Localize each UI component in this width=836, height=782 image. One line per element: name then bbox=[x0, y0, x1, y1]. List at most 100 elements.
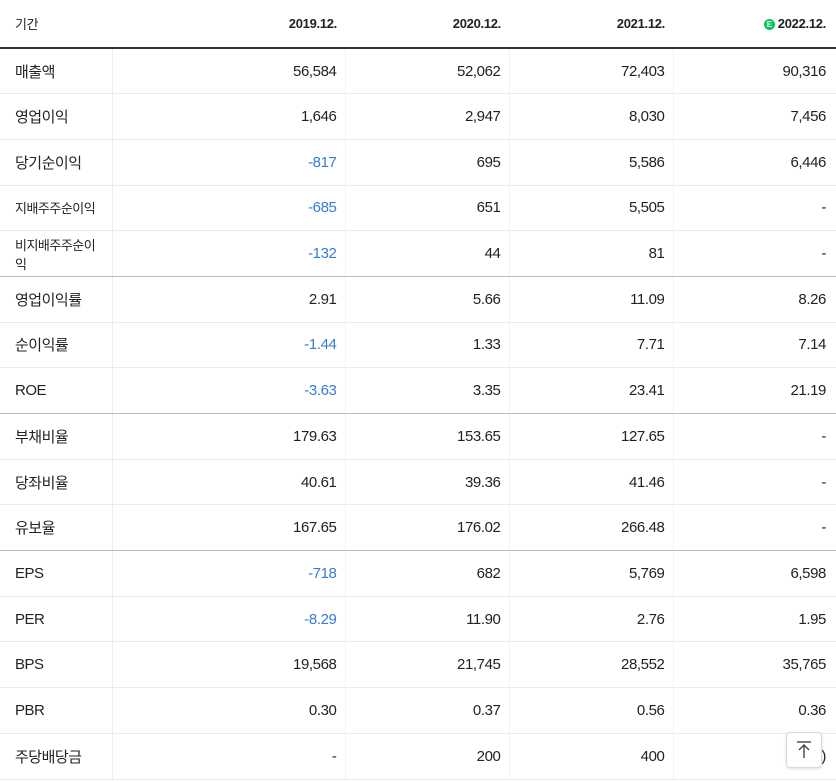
row-label: 매출액 bbox=[0, 48, 113, 95]
table-cell: - bbox=[673, 459, 836, 506]
table-cell: 39.36 bbox=[345, 459, 510, 506]
table-cell: 11.09 bbox=[509, 276, 674, 323]
header-row: 기간 2019.12. 2020.12. 2021.12. E 2022.12. bbox=[0, 0, 836, 49]
table-cell: 5,505 bbox=[509, 185, 674, 232]
table-cell: -8.29 bbox=[112, 596, 346, 643]
row-label: 순이익률 bbox=[0, 322, 113, 369]
table-row: 당좌비율 40.61 39.36 41.46- bbox=[0, 459, 836, 506]
row-label: 유보율 bbox=[0, 504, 113, 552]
table-row: 당기순이익 -817 695 5,586 6,446 bbox=[0, 139, 836, 186]
table-cell: 7.14 bbox=[673, 322, 836, 369]
table-cell: 23.41 bbox=[509, 367, 674, 414]
table-cell: 1.33 bbox=[345, 322, 510, 369]
table-row: 영업이익 1,646 2,947 8,030 7,456 bbox=[0, 93, 836, 140]
table-row: EPS -718 682 5,769 6,598 bbox=[0, 550, 836, 597]
table-cell: - bbox=[673, 185, 836, 232]
table-cell: 41.46 bbox=[509, 459, 674, 506]
table-cell: 28,552 bbox=[509, 641, 674, 689]
table-cell: - bbox=[673, 504, 836, 552]
table-cell: 90,316 bbox=[673, 48, 836, 95]
row-label: ROE bbox=[0, 367, 113, 414]
row-label: 당좌비율 bbox=[0, 459, 113, 506]
table-cell: 8.26 bbox=[673, 276, 836, 323]
table-cell: 0.30 bbox=[112, 687, 346, 734]
table-cell: 19,568 bbox=[112, 641, 346, 689]
table-cell: 21,745 bbox=[345, 641, 510, 689]
table-row: 비지배주주순이익 -132 44 81- bbox=[0, 230, 836, 277]
table-cell: 3.35 bbox=[345, 367, 510, 414]
scroll-to-top-button[interactable] bbox=[786, 732, 822, 768]
column-header-2022: E 2022.12. bbox=[673, 0, 836, 49]
table-cell: 0.36 bbox=[673, 687, 836, 734]
estimate-badge-icon: E bbox=[763, 19, 775, 30]
table-cell: 81 bbox=[509, 230, 674, 277]
column-header-2021: 2021.12. bbox=[509, 0, 673, 49]
table-cell: 167.65 bbox=[112, 504, 346, 552]
table-cell: 11.90 bbox=[345, 596, 510, 643]
period-header: 기간 bbox=[0, 0, 112, 49]
table-cell: 7,456 bbox=[673, 93, 836, 140]
table-row: BPS 19,568 21,745 28,552 35,765 bbox=[0, 641, 836, 689]
row-label: 영업이익률 bbox=[0, 276, 113, 323]
table-row: PER -8.29 11.90 2.76 1.95 bbox=[0, 596, 836, 643]
row-label: BPS bbox=[0, 641, 113, 689]
table-cell: 2.91 bbox=[112, 276, 346, 323]
table-row: 순이익률 -1.44 1.33 7.71 7.14 bbox=[0, 322, 836, 369]
table-cell: 21.19 bbox=[673, 367, 836, 414]
column-header-2020: 2020.12. bbox=[345, 0, 509, 49]
table-cell: 176.02 bbox=[345, 504, 510, 552]
table-cell: 2,947 bbox=[345, 93, 510, 140]
table-cell: 5,769 bbox=[509, 550, 674, 597]
table-cell: 1.95 bbox=[673, 596, 836, 643]
table-cell: 40.61 bbox=[112, 459, 346, 506]
table-row: 영업이익률 2.91 5.66 11.09 8.26 bbox=[0, 276, 836, 323]
row-label: 당기순이익 bbox=[0, 139, 113, 186]
table-cell: 179.63 bbox=[112, 413, 346, 460]
table-cell: 44 bbox=[345, 230, 510, 277]
table-cell: - bbox=[673, 413, 836, 460]
table-cell: 5,586 bbox=[509, 139, 674, 186]
table-cell: 127.65 bbox=[509, 413, 674, 460]
column-header-2022-label: 2022.12. bbox=[777, 16, 827, 31]
table-cell: 5.66 bbox=[345, 276, 510, 323]
table-cell: -817 bbox=[112, 139, 346, 186]
row-label: 지배주주순이익 bbox=[0, 185, 113, 232]
table-cell: 0.56 bbox=[509, 687, 674, 734]
table-cell: 682 bbox=[345, 550, 510, 597]
table-cell: 2.76 bbox=[509, 596, 674, 643]
arrow-up-to-top-icon bbox=[797, 741, 811, 758]
table-cell: 56,584 bbox=[112, 48, 346, 95]
table-cell: 7.71 bbox=[509, 322, 674, 369]
table-row: 부채비율 179.63 153.65 127.65- bbox=[0, 413, 836, 460]
table-cell: -1.44 bbox=[112, 322, 346, 369]
table-cell: - bbox=[112, 733, 346, 780]
table-cell: 52,062 bbox=[345, 48, 510, 95]
financial-summary-table: 기간 2019.12. 2020.12. 2021.12. E 2022.12. … bbox=[0, 0, 836, 782]
table-cell: 6,446 bbox=[673, 139, 836, 186]
column-header-2019: 2019.12. bbox=[112, 0, 345, 49]
table-cell: 153.65 bbox=[345, 413, 510, 460]
table-row: 주당배당금 -200 400) bbox=[0, 733, 836, 780]
table-row: 유보율 167.65 176.02 266.48- bbox=[0, 504, 836, 552]
row-label: PBR bbox=[0, 687, 113, 734]
table-cell: 400 bbox=[509, 733, 674, 780]
table-cell: 651 bbox=[345, 185, 510, 232]
financial-table: 기간 2019.12. 2020.12. 2021.12. E 2022.12. … bbox=[0, 0, 836, 780]
table-cell: 72,403 bbox=[509, 48, 674, 95]
row-label: 주당배당금 bbox=[0, 733, 113, 780]
table-row: PBR 0.30 0.37 0.56 0.36 bbox=[0, 687, 836, 734]
table-cell: -132 bbox=[112, 230, 346, 277]
table-cell: -685 bbox=[112, 185, 346, 232]
table-cell: 35,765 bbox=[673, 641, 836, 689]
table-cell: 6,598 bbox=[673, 550, 836, 597]
table-cell: 695 bbox=[345, 139, 510, 186]
table-cell: 1,646 bbox=[112, 93, 346, 140]
table-cell: 200 bbox=[345, 733, 510, 780]
table-cell: -3.63 bbox=[112, 367, 346, 414]
table-cell: - bbox=[673, 230, 836, 277]
row-label: PER bbox=[0, 596, 113, 643]
row-label: EPS bbox=[0, 550, 113, 597]
table-cell: -718 bbox=[112, 550, 346, 597]
table-row: 지배주주순이익 -685 651 5,505- bbox=[0, 185, 836, 232]
table-body: 매출액 56,584 52,062 72,403 90,316 영업이익 1,646 2,94… bbox=[0, 48, 836, 780]
